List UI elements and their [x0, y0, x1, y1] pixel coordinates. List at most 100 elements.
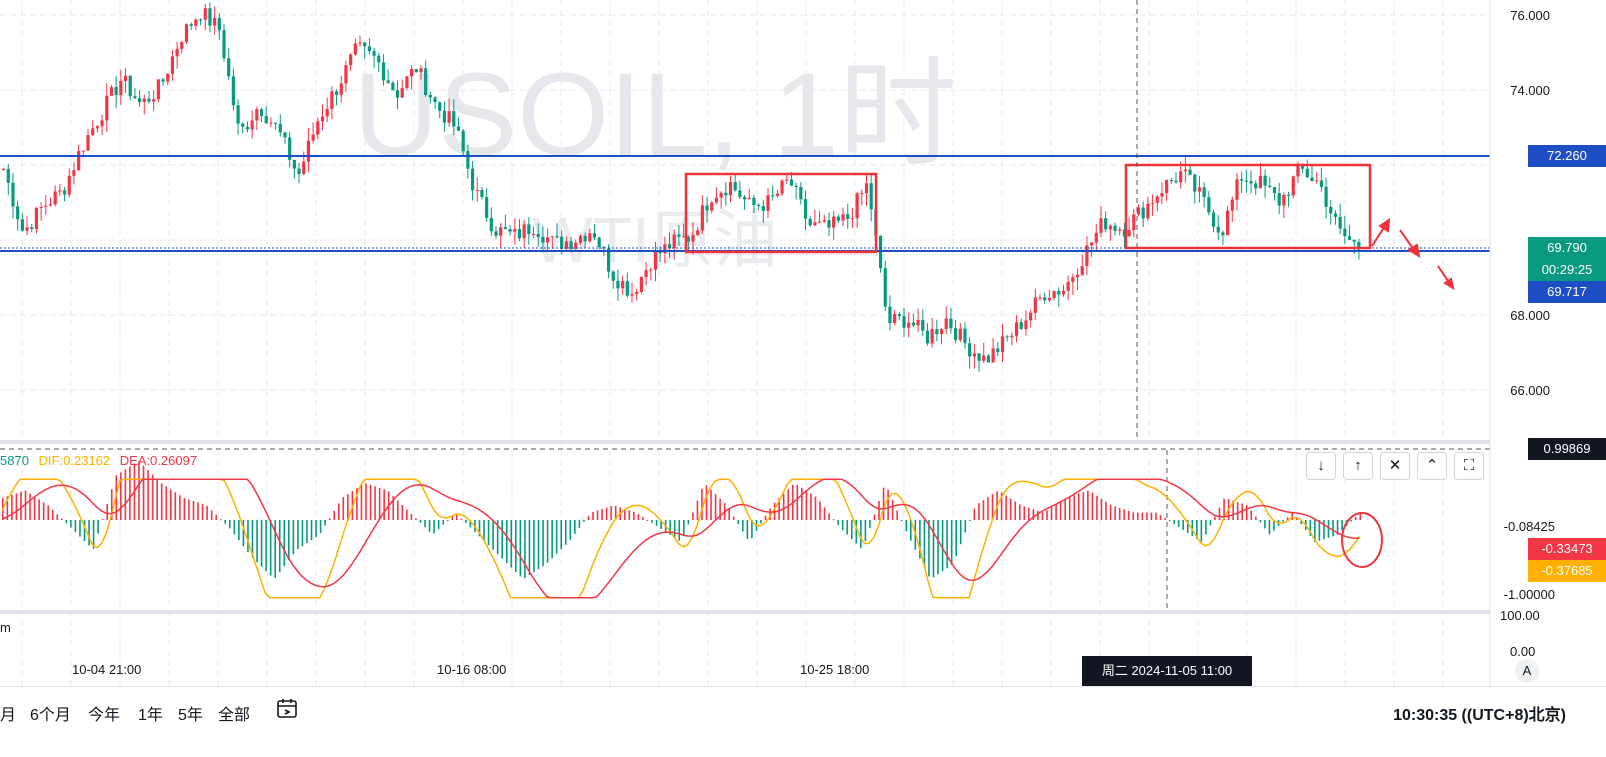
candle-body [1075, 274, 1080, 278]
macd-hist-bar [882, 487, 885, 520]
move-pane-up-button[interactable]: ↑ [1343, 452, 1373, 480]
candle-body [1038, 297, 1042, 299]
time-label-3: 10-25 18:00 [800, 662, 870, 677]
period-button-5y[interactable]: 5年 [178, 701, 203, 725]
candle-body [339, 83, 343, 95]
maximize-pane-button[interactable]: ⛶ [1454, 452, 1484, 480]
candle-body [925, 330, 930, 344]
candle-body [1066, 281, 1070, 291]
candle-body [813, 222, 817, 226]
candle-body [306, 140, 311, 162]
macd-hist-bar [401, 505, 404, 520]
macd-hist-bar [678, 520, 681, 541]
price-chart[interactable]: USOIL, 1时 WTI原油 76.00074.00068.00066.000… [0, 0, 1606, 757]
pane-separator-price[interactable] [0, 440, 1490, 444]
macd-hist-bar [896, 510, 898, 520]
candle-body [700, 205, 704, 231]
pane-separator-macd[interactable] [0, 610, 1490, 614]
period-button-1y[interactable]: 1年 [138, 701, 163, 725]
macd-hist-bar [1041, 512, 1044, 520]
macd-dea-value: DEA:0.26097 [119, 453, 198, 468]
candle-body [1024, 320, 1028, 330]
candle-body [616, 280, 620, 289]
candle-body [1005, 336, 1009, 338]
macd-hist-bar [1073, 495, 1076, 520]
macd-hist-bar [1182, 520, 1184, 530]
macd-hist-bar [982, 500, 985, 520]
macd-hist-bar [1077, 493, 1080, 520]
collapse-pane-button[interactable]: ⌃ [1417, 452, 1447, 480]
candle-body [1315, 180, 1319, 182]
candle-body [991, 348, 995, 363]
candle-body [560, 236, 564, 249]
candle-body [414, 69, 418, 73]
candle-body [377, 55, 381, 63]
move-pane-down-button[interactable]: ↓ [1306, 452, 1336, 480]
candle-body [1183, 169, 1187, 172]
macd-hist-bar [1118, 507, 1121, 520]
macd-hist-bar [83, 520, 86, 541]
macd-hist-bar [1214, 516, 1216, 520]
candle-body [1230, 199, 1234, 211]
macd-hist-bar [415, 518, 417, 520]
macd-hist-bar [742, 520, 744, 532]
macd-hist-bar [442, 520, 444, 525]
auto-scale-button[interactable]: A [1515, 659, 1539, 683]
macd-hist-bar [732, 516, 735, 520]
candle-body [245, 126, 250, 130]
macd-hist-bar [1023, 506, 1026, 520]
macd-hist-bar [1091, 492, 1094, 520]
macd-hist-bar [1018, 504, 1021, 520]
macd-hist-bar [1132, 512, 1135, 520]
period-button-ytd[interactable]: 今年 [88, 701, 120, 725]
candle-body [766, 195, 770, 211]
macd-hist-bar [206, 505, 208, 520]
macd-hist-bar [533, 520, 535, 573]
macd-hist-bar [1268, 520, 1271, 535]
macd-hist-bar [701, 488, 703, 520]
macd-hist-bar [342, 497, 345, 520]
macd-hist-bar [746, 520, 749, 539]
macd-hist-bar [424, 520, 426, 528]
clock-timezone[interactable]: 10:30:35 ((UTC+8)北京) [1393, 701, 1566, 725]
macd-hist-bar [406, 509, 408, 520]
candle-body [330, 91, 334, 109]
macd-hist-bar [873, 514, 876, 520]
candle-body [424, 68, 428, 96]
candle-body [1286, 194, 1291, 196]
candle-body [1263, 175, 1267, 186]
candle-body [719, 192, 723, 198]
candle-body [1179, 171, 1183, 183]
macd-hist-bar [465, 520, 467, 523]
candle-body [222, 30, 226, 59]
period-button-6m[interactable]: 6个月 [30, 701, 71, 725]
candle-body [1193, 174, 1197, 192]
macd-hist-bar [574, 520, 576, 534]
candle-body [213, 17, 217, 26]
candle-body [438, 102, 442, 111]
range-box-2[interactable] [1124, 163, 1372, 250]
macd-hist-bar [1055, 504, 1057, 520]
candle-body [91, 128, 95, 136]
macd-hist-bar [1159, 515, 1162, 520]
remove-pane-button[interactable]: ✕ [1380, 452, 1410, 480]
period-button-all[interactable]: 全部 [218, 701, 250, 725]
period-button-month[interactable]: 月 [0, 701, 16, 725]
candle-body [818, 221, 822, 223]
date-range-icon[interactable] [276, 697, 298, 719]
macd-hist-bar [905, 520, 908, 532]
macd-hist-bar [864, 520, 867, 542]
macd-hist-bar [1014, 501, 1017, 520]
candle-body [939, 329, 944, 335]
candle-body [81, 150, 85, 152]
candle-body [405, 76, 409, 89]
candle-body [1272, 187, 1277, 194]
macd-hist-bar [1141, 512, 1144, 520]
macd-hist-bar [1264, 520, 1266, 529]
candle-body [499, 227, 503, 236]
candle-body [1277, 193, 1281, 206]
crosshair-time-label: 周二 2024-11-05 11:00 [1082, 656, 1252, 686]
macd-hist-bar [1250, 510, 1253, 520]
candle-body [775, 193, 779, 196]
candle-body [480, 190, 484, 198]
